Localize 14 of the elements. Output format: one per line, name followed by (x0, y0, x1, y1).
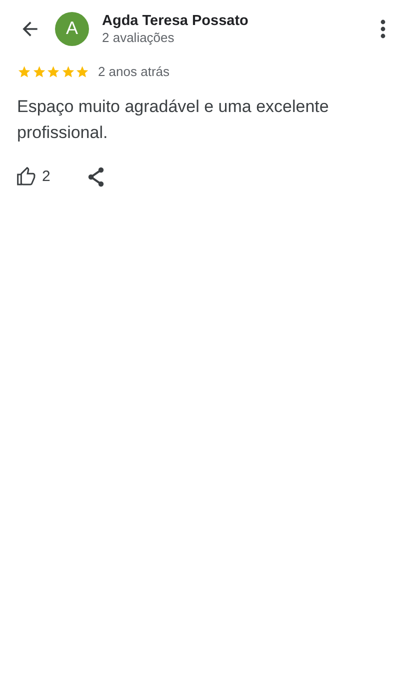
review-count: 2 avaliações (102, 30, 176, 46)
thumbs-up-icon[interactable] (17, 166, 37, 187)
like-count: 2 (42, 166, 50, 186)
reviewer-name: Agda Teresa Possato (102, 12, 250, 30)
avatar: A (55, 12, 89, 46)
star-icon (75, 64, 90, 79)
review-text: Espaço muito agradável e uma excelente profissional. (17, 96, 330, 144)
star-icon (17, 64, 32, 79)
more-options-icon[interactable] (380, 18, 386, 38)
star-icon (46, 64, 61, 79)
review-time: 2 anos atrás (98, 63, 170, 81)
star-icon (32, 64, 46, 79)
share-icon[interactable] (87, 166, 106, 187)
star-icon (60, 64, 76, 79)
